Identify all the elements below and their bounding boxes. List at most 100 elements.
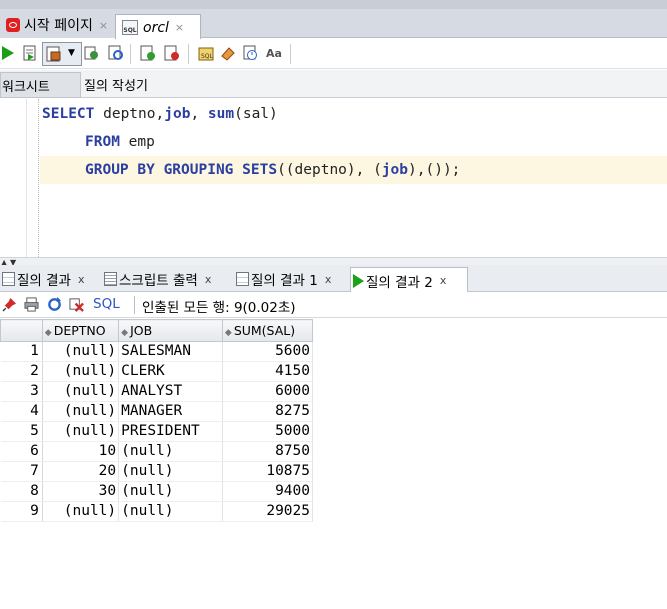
sql-tuning-advisor-icon[interactable]: SQL bbox=[198, 45, 214, 61]
tab-query-result-2[interactable]: 질의 결과 2 x bbox=[350, 267, 468, 293]
column-label: SUM(SAL) bbox=[233, 323, 296, 338]
subtab-worksheet[interactable]: 워크시트 bbox=[0, 72, 81, 98]
cancel-query-icon[interactable] bbox=[69, 297, 84, 312]
row-number: 7 bbox=[0, 461, 43, 482]
tab-label: 질의 결과 2 bbox=[366, 274, 433, 291]
table-row[interactable]: 6 10 (null) 8750 bbox=[0, 441, 314, 462]
cell-job[interactable]: (null) bbox=[118, 461, 223, 482]
table-row[interactable]: 8 30 (null) 9400 bbox=[0, 481, 314, 502]
tab-script-output[interactable]: 스크립트 출력 x bbox=[102, 267, 211, 291]
table-row[interactable]: 4 (null) MANAGER 8275 bbox=[0, 401, 314, 422]
subtab-query-builder[interactable]: 질의 작성기 bbox=[84, 72, 148, 96]
table-row[interactable]: 7 20 (null) 10875 bbox=[0, 461, 314, 482]
result-grid[interactable]: ◆ DEPTNO ◆ JOB ◆ SUM(SAL) 1 (null) SALESMAN 56… bbox=[0, 319, 314, 522]
refresh-icon[interactable] bbox=[108, 45, 124, 61]
cell-sum-sal[interactable]: 29025 bbox=[222, 501, 314, 522]
cell-deptno[interactable]: (null) bbox=[42, 341, 120, 362]
column-header-deptno[interactable]: ◆ DEPTNO bbox=[41, 319, 120, 342]
cell-sum-sal[interactable]: 10875 bbox=[222, 461, 314, 482]
panel-splitter[interactable]: ▲ ▼ bbox=[0, 257, 667, 267]
code-text: (sal) bbox=[234, 106, 278, 122]
toolbar-separator bbox=[188, 44, 189, 64]
column-header-job[interactable]: ◆ JOB bbox=[118, 319, 223, 342]
tab-close-icon[interactable]: x bbox=[205, 273, 212, 286]
tab-close-icon[interactable]: × bbox=[175, 21, 184, 34]
cell-job[interactable]: CLERK bbox=[118, 361, 223, 382]
window-top-strip bbox=[0, 0, 667, 9]
table-row[interactable]: 3 (null) ANALYST 6000 bbox=[0, 381, 314, 402]
cell-job[interactable]: MANAGER bbox=[118, 401, 223, 422]
row-number-header bbox=[0, 319, 43, 342]
tab-start-page[interactable]: 시작 페이지 × bbox=[0, 12, 125, 38]
toolbar-separator bbox=[290, 44, 291, 64]
svg-text:Aa: Aa bbox=[266, 47, 282, 60]
cell-sum-sal[interactable]: 8750 bbox=[222, 441, 314, 462]
print-icon[interactable] bbox=[24, 297, 39, 312]
table-row[interactable]: 5 (null) PRESIDENT 5000 bbox=[0, 421, 314, 442]
svg-text:SQL: SQL bbox=[201, 53, 214, 60]
cell-deptno[interactable]: 30 bbox=[42, 481, 120, 502]
tab-query-result[interactable]: 질의 결과 x bbox=[0, 267, 85, 291]
tab-label: 스크립트 출력 bbox=[119, 273, 198, 289]
pin-icon[interactable] bbox=[2, 297, 17, 312]
cell-job[interactable]: (null) bbox=[118, 481, 223, 502]
code-line-3[interactable]: GROUP BY GROUPING SETS((deptno), (job),(… bbox=[85, 156, 460, 184]
cell-deptno[interactable]: 10 bbox=[42, 441, 120, 462]
cell-deptno[interactable]: (null) bbox=[42, 381, 120, 402]
sql-worksheet-icon: SQL bbox=[122, 20, 138, 35]
cell-sum-sal[interactable]: 6000 bbox=[222, 381, 314, 402]
result-tab-bar: 질의 결과 x 스크립트 출력 x 질의 결과 1 x 질의 결과 2 x bbox=[0, 265, 667, 293]
cell-sum-sal[interactable]: 4150 bbox=[222, 361, 314, 382]
cell-sum-sal[interactable]: 5600 bbox=[222, 341, 314, 362]
table-row[interactable]: 9 (null) (null) 29025 bbox=[0, 501, 314, 522]
row-number: 8 bbox=[0, 481, 43, 502]
cell-job[interactable]: PRESIDENT bbox=[118, 421, 223, 442]
cell-deptno[interactable]: (null) bbox=[42, 501, 120, 522]
tab-query-result-1[interactable]: 질의 결과 1 x bbox=[234, 267, 331, 291]
sql-link[interactable]: SQL bbox=[93, 296, 120, 312]
cell-deptno[interactable]: (null) bbox=[42, 401, 120, 422]
run-script-icon[interactable] bbox=[22, 45, 38, 61]
cell-sum-sal[interactable]: 9400 bbox=[222, 481, 314, 502]
cell-job[interactable]: (null) bbox=[118, 501, 223, 522]
tab-close-icon[interactable]: × bbox=[99, 19, 108, 32]
result-grid-icon bbox=[236, 272, 249, 286]
cell-job[interactable]: ANALYST bbox=[118, 381, 223, 402]
refresh-icon[interactable] bbox=[47, 297, 62, 312]
cell-job[interactable]: (null) bbox=[118, 441, 223, 462]
result-toolbar: SQL 인출된 모든 행: 9(0.02초) bbox=[0, 292, 667, 318]
commit-icon[interactable] bbox=[140, 45, 156, 61]
row-number: 9 bbox=[0, 501, 43, 522]
tab-close-icon[interactable]: x bbox=[78, 273, 85, 286]
tab-close-icon[interactable]: x bbox=[325, 273, 332, 286]
cell-sum-sal[interactable]: 5000 bbox=[222, 421, 314, 442]
code-keyword: job bbox=[381, 162, 409, 178]
code-line-2[interactable]: FROM emp bbox=[85, 128, 155, 156]
column-header-sum-sal[interactable]: ◆ SUM(SAL) bbox=[221, 319, 314, 342]
table-row[interactable]: 1 (null) SALESMAN 5600 bbox=[0, 341, 314, 362]
tab-close-icon[interactable]: x bbox=[440, 274, 447, 287]
code-line-1[interactable]: SELECT deptno,job, sum(sal) bbox=[42, 100, 278, 128]
clear-eraser-icon[interactable] bbox=[220, 45, 236, 61]
tab-orcl[interactable]: SQL orcl × bbox=[115, 14, 201, 40]
run-statement-icon[interactable] bbox=[0, 45, 16, 61]
explain-plan-icon bbox=[46, 46, 61, 62]
worksheet-toolbar: ▼ SQL Aa bbox=[0, 39, 667, 69]
column-label: JOB bbox=[130, 323, 153, 338]
cell-deptno[interactable]: 20 bbox=[42, 461, 120, 482]
format-case-icon[interactable]: Aa bbox=[266, 45, 282, 61]
table-row[interactable]: 2 (null) CLERK 4150 bbox=[0, 361, 314, 382]
tab-label: 시작 페이지 bbox=[24, 18, 93, 34]
row-number: 2 bbox=[0, 361, 43, 382]
cell-deptno[interactable]: (null) bbox=[42, 421, 120, 442]
result-table: ◆ DEPTNO ◆ JOB ◆ SUM(SAL) 1 (null) SALESMAN 56… bbox=[0, 319, 314, 522]
cell-deptno[interactable]: (null) bbox=[42, 361, 120, 382]
cell-sum-sal[interactable]: 8275 bbox=[222, 401, 314, 422]
autotrace-dropdown[interactable]: ▼ bbox=[42, 42, 82, 66]
sql-history-icon[interactable] bbox=[243, 45, 259, 61]
editor-tab-bar: 시작 페이지 × SQL orcl × bbox=[0, 9, 667, 40]
rollback-icon[interactable] bbox=[164, 45, 180, 61]
autotrace-icon[interactable] bbox=[84, 45, 100, 61]
editor-fold-margin bbox=[38, 99, 39, 257]
cell-job[interactable]: SALESMAN bbox=[118, 341, 223, 362]
